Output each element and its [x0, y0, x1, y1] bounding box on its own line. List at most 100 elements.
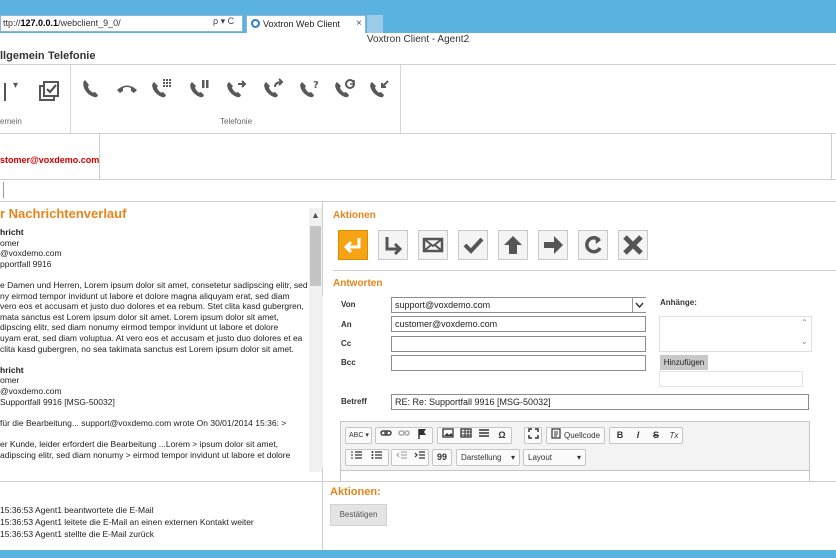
insert-toolbar-group: Ω — [437, 427, 512, 444]
partial-icon[interactable] — [0, 83, 6, 101]
transfer-icon[interactable] — [225, 77, 249, 101]
text-cursor — [3, 182, 4, 198]
consult-icon[interactable]: ? — [298, 77, 322, 101]
horizontal-line-icon[interactable] — [476, 428, 492, 443]
address-search-refresh-icons[interactable]: ρ ▾ C — [213, 16, 234, 27]
link-toolbar-group — [375, 427, 433, 444]
special-char-icon[interactable]: Ω — [494, 428, 510, 443]
tab-title: Voxtron Web Client — [263, 19, 340, 29]
attachment-path-field[interactable] — [659, 371, 803, 387]
new-tab-button[interactable] — [367, 15, 383, 33]
from-select-chevron[interactable] — [632, 298, 646, 312]
clear-format-icon[interactable]: Tx — [666, 428, 682, 443]
callback-icon[interactable] — [368, 77, 392, 101]
italic-icon[interactable]: I — [630, 428, 646, 443]
app-title: Voxtron Client - Agent2 — [366, 34, 470, 45]
style-dropdown[interactable]: Darstellung ▾ — [456, 449, 520, 466]
menu-telefonie[interactable]: Telefonie — [48, 50, 95, 62]
attachments-scroll-down-icon[interactable]: ⌄ — [801, 337, 808, 346]
reject-button[interactable] — [618, 230, 648, 260]
reply-scrollbar[interactable] — [312, 296, 323, 468]
dropdown-chevron-icon[interactable]: ▾ — [13, 80, 18, 91]
address-prefix: ttp:// — [3, 18, 21, 28]
indent-toolbar-group — [391, 449, 429, 466]
strikethrough-icon[interactable]: S — [648, 428, 664, 443]
layout-dropdown-label: Layout — [528, 453, 553, 462]
contact-info-row — [0, 133, 836, 180]
menu-allgemein[interactable]: llgemein — [0, 50, 45, 62]
flag-icon[interactable] — [414, 428, 430, 444]
subject-field[interactable]: RE: Re: Supportfall 9916 [MSG-50032] — [391, 394, 809, 410]
log-entry: 15:36:53 Agent1 beantwortete die E-Mail — [0, 505, 154, 515]
log-entry: 15:36:53 Agent1 leitete die E-Mail an ei… — [0, 517, 254, 527]
scroll-up-icon[interactable]: ▲ — [311, 210, 320, 220]
indent-icon[interactable] — [411, 450, 427, 465]
chevron-down-icon: ▾ — [510, 453, 515, 462]
history-scrollbar-thumb[interactable] — [310, 226, 321, 286]
browser-tab[interactable]: Voxtron Web Client — [246, 15, 366, 33]
move-right-button[interactable] — [538, 230, 568, 260]
reply-button[interactable] — [338, 230, 368, 260]
from-select[interactable]: support@voxdemo.com — [391, 297, 646, 313]
arrow-up-icon — [504, 236, 522, 254]
hold-icon[interactable] — [188, 77, 212, 101]
source-button[interactable]: Quellcode — [546, 427, 605, 444]
move-up-button[interactable] — [498, 230, 528, 260]
history-title: r Nachrichtenverlauf — [0, 206, 127, 221]
to-field[interactable]: customer@voxdemo.com — [391, 316, 646, 332]
layout-dropdown[interactable]: Layout ▾ — [523, 449, 586, 466]
image-icon[interactable] — [440, 428, 456, 443]
numbered-list-icon[interactable] — [348, 450, 364, 465]
link-icon[interactable] — [378, 428, 394, 443]
checklist-icon[interactable] — [38, 81, 62, 105]
phone-icon[interactable] — [80, 77, 104, 101]
history-line: adipscing elitr, sed diam nonumy > eirmo… — [0, 450, 291, 460]
address-bar[interactable]: ttp://127.0.0.1/webclient_9_0/ — [0, 15, 243, 32]
arrow-right-icon — [544, 236, 563, 254]
forward-icon[interactable] — [262, 77, 286, 101]
divider — [333, 270, 836, 271]
divider — [323, 481, 836, 482]
contact-email[interactable]: stomer@voxdemo.com — [0, 155, 99, 165]
subject-label: Betreff — [341, 397, 367, 406]
forward-down-button[interactable] — [378, 230, 408, 260]
checkmark-icon — [463, 237, 484, 254]
history-line: @voxdemo.com — [0, 386, 62, 396]
maximize-button[interactable] — [524, 427, 542, 444]
add-attachment-button[interactable]: Hinzufügen — [660, 355, 708, 370]
bottom-actions-title: Aktionen: — [330, 486, 381, 498]
done-button[interactable] — [458, 230, 488, 260]
attachments-label: Anhänge: — [660, 298, 697, 307]
contact-separator — [831, 133, 832, 179]
confirm-button[interactable]: Bestätigen — [330, 504, 387, 526]
style-dropdown-label: Darstellung — [461, 453, 502, 462]
bold-icon[interactable]: B — [612, 428, 628, 443]
history-line: clita kasd gubergren, no sea takimata sa… — [0, 344, 294, 354]
cc-field[interactable] — [391, 336, 646, 352]
email-button[interactable] — [418, 230, 448, 260]
tab-close-icon[interactable]: × — [356, 18, 362, 29]
attachments-scroll-up-icon[interactable]: ⌃ — [801, 318, 808, 327]
to-label: An — [341, 320, 352, 329]
outdent-icon[interactable] — [393, 450, 409, 465]
history-line: mata sanctus est Lorem ipsum dolor sit a… — [0, 312, 279, 322]
history-line: hricht — [0, 227, 24, 237]
history-line: e Damen und Herren, Lorem ipsum dolor si… — [0, 280, 308, 290]
bullet-list-icon[interactable] — [368, 450, 384, 465]
ribbon-toolbar: ▾ emein ? Telefonie — [0, 64, 836, 134]
chevron-down-icon — [635, 302, 644, 309]
table-icon[interactable] — [458, 428, 474, 443]
hangup-icon[interactable] — [115, 77, 139, 101]
blockquote-button[interactable]: 99 — [432, 449, 452, 466]
attachments-list[interactable] — [659, 316, 812, 352]
group-label-allgemein: emein — [0, 117, 22, 126]
bcc-field[interactable] — [391, 355, 646, 371]
search-row — [0, 180, 836, 202]
source-label: Quellcode — [564, 431, 601, 440]
conference-icon[interactable] — [333, 77, 357, 101]
group-label-telefonie: Telefonie — [220, 117, 253, 126]
refresh-button[interactable] — [578, 230, 608, 260]
dialpad-icon[interactable] — [150, 77, 174, 101]
unlink-icon[interactable] — [396, 428, 412, 443]
spellcheck-button[interactable]: ABC ▾ — [345, 427, 372, 444]
